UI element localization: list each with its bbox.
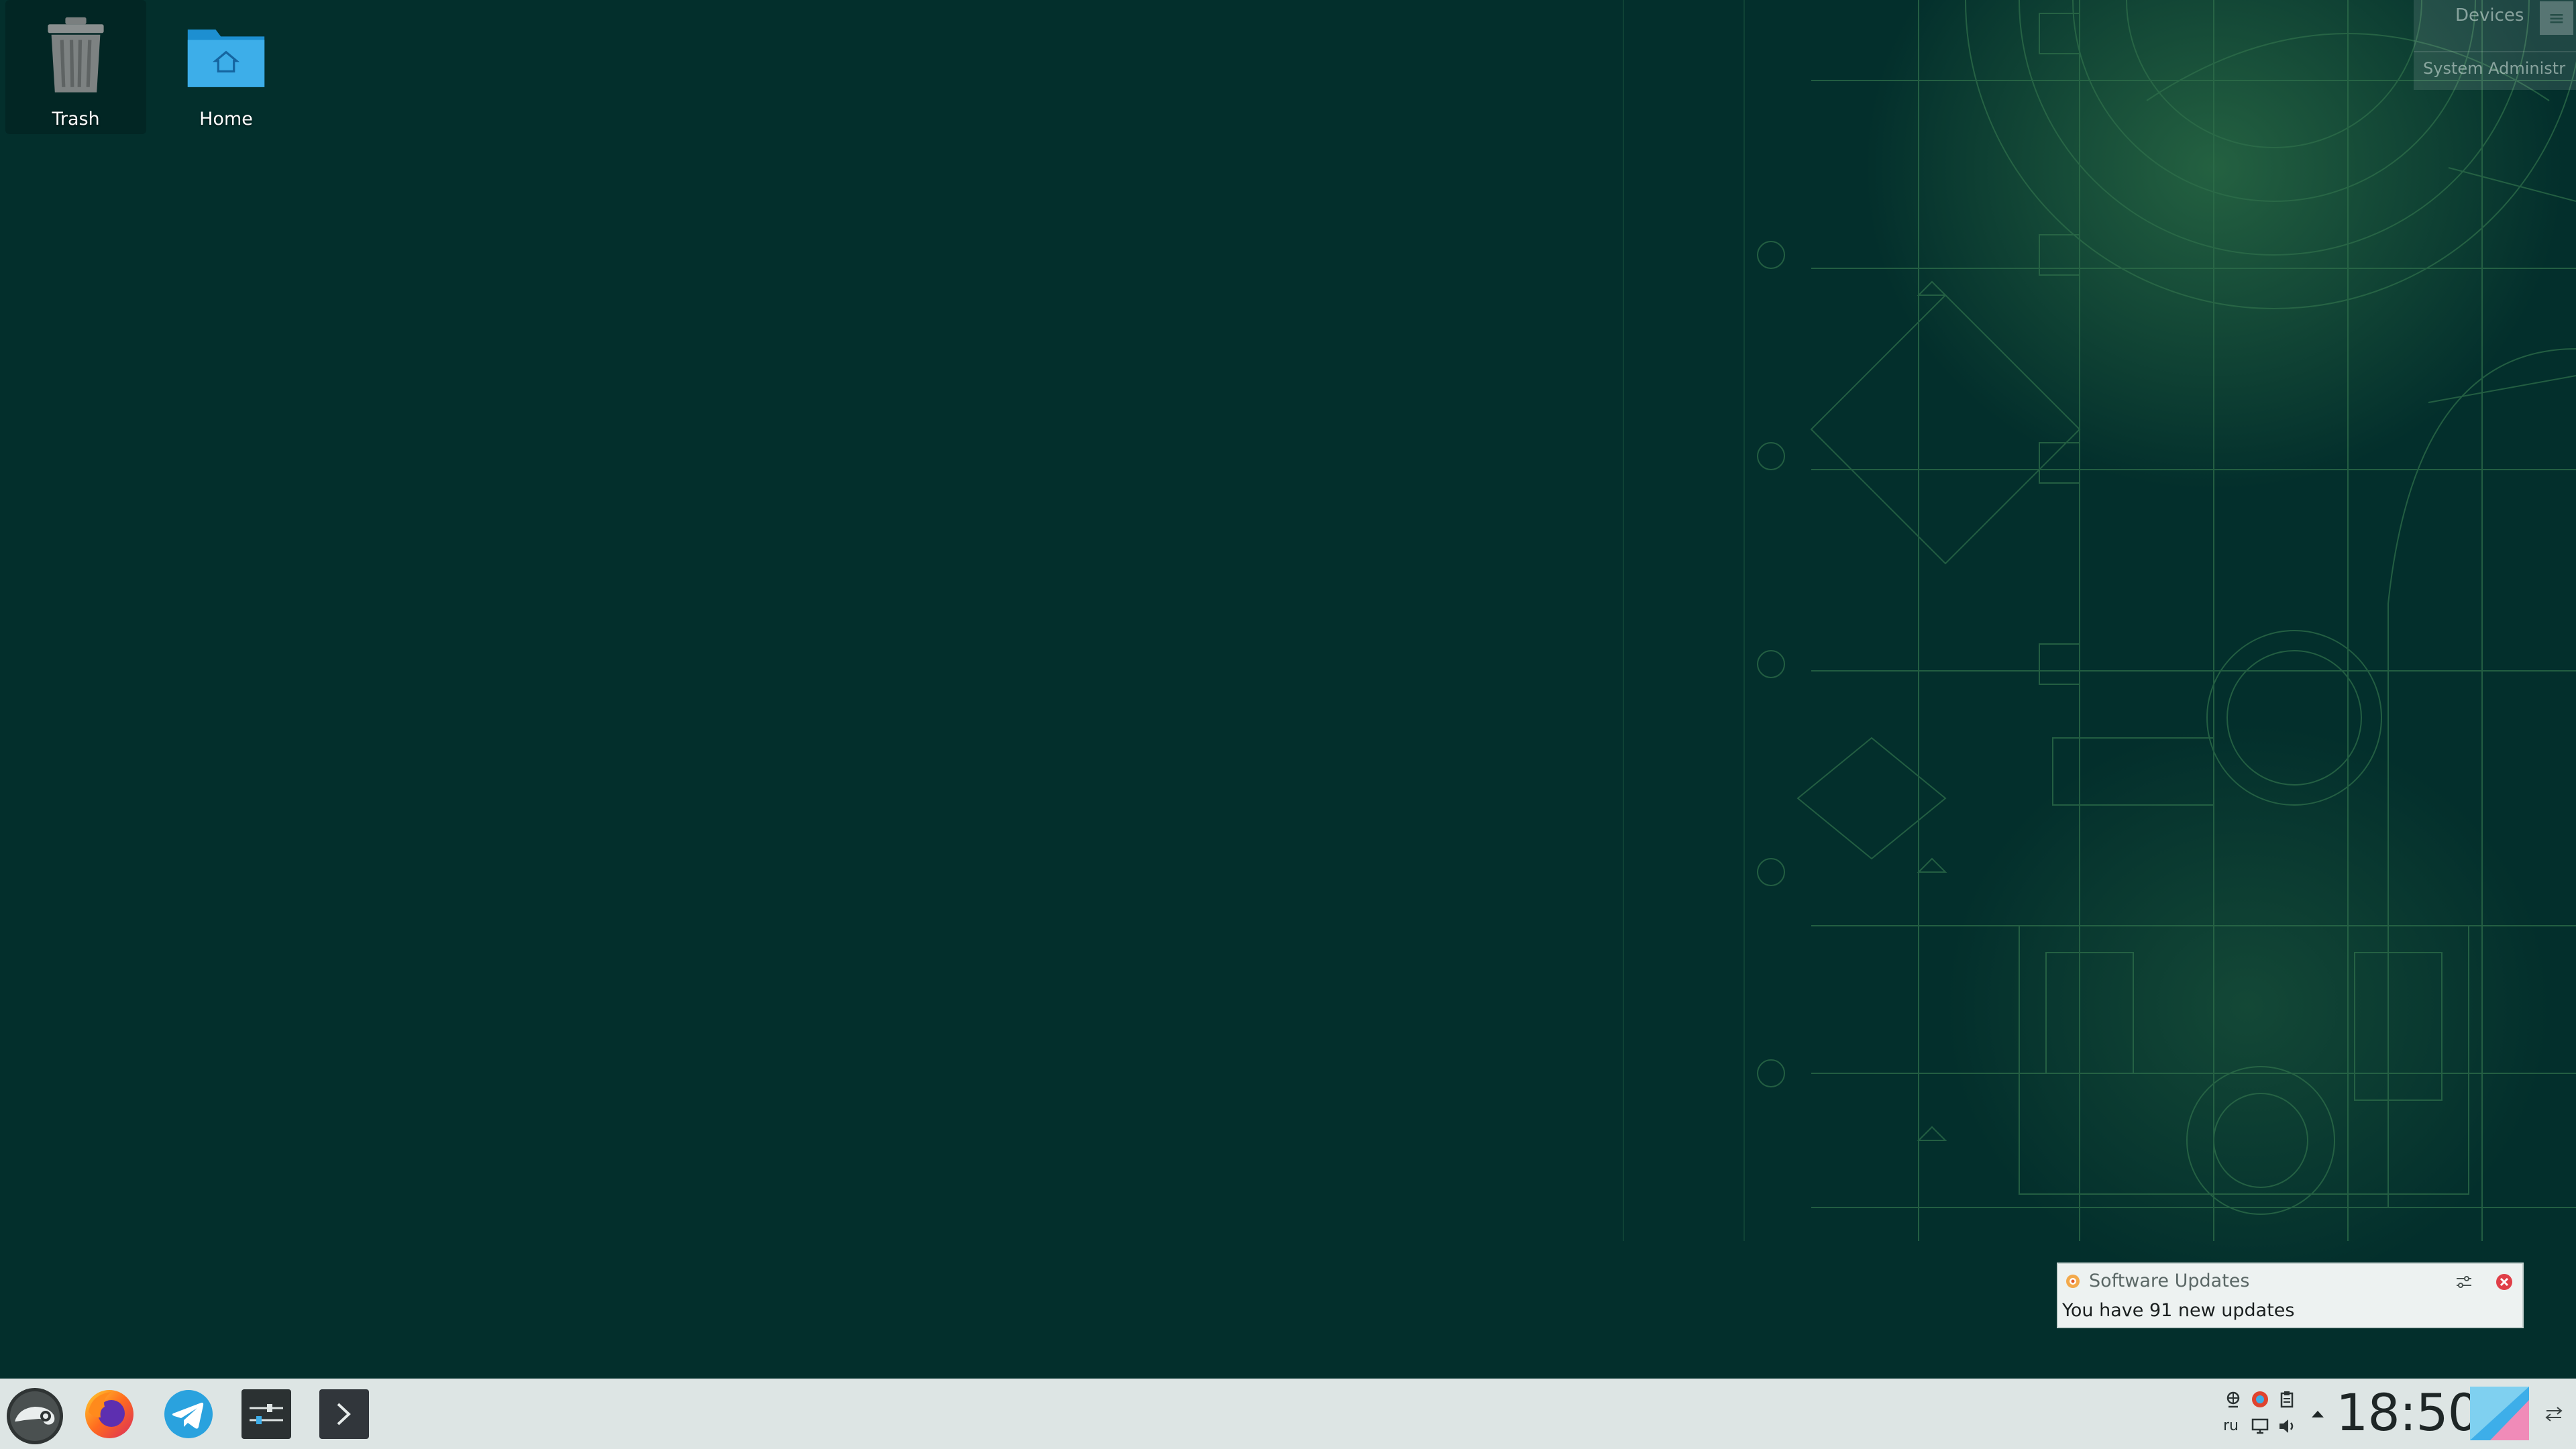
desktop-icon-home[interactable]: Home	[156, 0, 297, 134]
wallpaper-blueprint-pattern	[1623, 0, 2576, 1288]
notification-body[interactable]: You have 91 new updates	[2062, 1300, 2294, 1321]
update-notifier-icon[interactable]	[2250, 1389, 2270, 1409]
keyboard-layout-indicator[interactable]: ru	[2223, 1417, 2239, 1434]
desktop-icon-label: Home	[199, 109, 253, 129]
display-icon[interactable]	[2250, 1416, 2270, 1436]
telegram-icon	[164, 1390, 213, 1438]
network-icon[interactable]	[2223, 1389, 2243, 1409]
desktop[interactable]: Trash Home Devices ≡ System Administr So…	[0, 0, 2576, 1379]
system-settings-launcher[interactable]	[239, 1387, 294, 1442]
virtual-desktop-pager[interactable]	[2470, 1387, 2529, 1440]
application-menu-button[interactable]	[4, 1385, 66, 1447]
software-update-icon	[2066, 1275, 2080, 1288]
digital-clock[interactable]: 18:50	[2336, 1383, 2480, 1442]
konsole-launcher[interactable]	[317, 1387, 372, 1442]
system-tray[interactable]: ru	[2214, 1379, 2314, 1449]
folder-view-title: Devices	[2455, 5, 2524, 25]
expand-arrow-icon[interactable]	[2308, 1404, 2328, 1424]
desktop-icon-label: Trash	[52, 109, 100, 129]
close-icon[interactable]	[2494, 1272, 2514, 1292]
folder-view-widget[interactable]: Devices ≡ System Administr	[2414, 0, 2576, 90]
trash-icon	[48, 17, 104, 93]
notification-app-name: Software Updates	[2089, 1271, 2250, 1291]
terminal-icon	[319, 1389, 369, 1439]
folder-view-divider	[2414, 51, 2576, 52]
telegram-launcher[interactable]	[161, 1387, 216, 1442]
clipboard-icon[interactable]	[2277, 1389, 2297, 1409]
volume-icon[interactable]	[2277, 1416, 2297, 1436]
taskbar-panel[interactable]: ru 18:50	[0, 1379, 2576, 1449]
settings-sliders-icon	[241, 1389, 291, 1439]
firefox-icon	[85, 1390, 133, 1438]
firefox-launcher[interactable]	[82, 1387, 137, 1442]
folder-view-item[interactable]: System Administr	[2423, 59, 2565, 78]
panel-configure-icon[interactable]	[2542, 1403, 2565, 1426]
home-folder-icon	[187, 30, 265, 87]
opensuse-gecko-icon	[7, 1388, 63, 1444]
notification-popup[interactable]: Software Updates You have 91 new updates	[2057, 1263, 2524, 1328]
desktop-icon-trash[interactable]: Trash	[5, 0, 146, 134]
hamburger-menu-icon[interactable]: ≡	[2540, 1, 2573, 35]
configure-icon[interactable]	[2454, 1272, 2474, 1292]
